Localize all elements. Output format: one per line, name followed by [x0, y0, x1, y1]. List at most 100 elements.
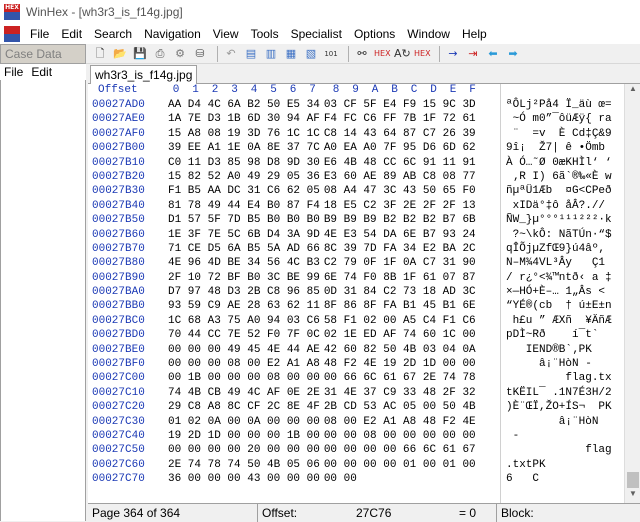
- row-ascii[interactable]: N–M¾4VL³Ây Ç1: [506, 256, 612, 270]
- row-hex-bytes[interactable]: 93 59 C9 AE 28 63 62 11 8F 86 8F FA B1 45…: [168, 299, 476, 313]
- menu-navigation[interactable]: Navigation: [138, 24, 207, 44]
- case-menu-file[interactable]: File: [0, 65, 27, 79]
- row-ascii[interactable]: )È¨ŒÏ,ŽO+ÍS¬ PK: [506, 400, 612, 414]
- row-hex-bytes[interactable]: 2E 74 78 74 50 4B 05 06 00 00 00 00 01 00…: [168, 458, 476, 472]
- hex-row[interactable]: 00027BB0 93 59 C9 AE 28 63 62 11 8F 86 8F …: [88, 299, 640, 313]
- row-hex-bytes[interactable]: F1 B5 AA DC 31 C6 62 05 08 A4 47 3C 43 50…: [168, 184, 476, 198]
- hex-group-2[interactable]: 02 1E ED AF 74 60 1C 00: [324, 329, 476, 341]
- paste-icon[interactable]: ▦: [283, 46, 299, 62]
- hex-group-1[interactable]: 00 00 00 00 20 00 00 00: [168, 444, 320, 456]
- row-ascii[interactable]: ×—HÓ+È–… 1„Âs ­<: [506, 285, 605, 299]
- hex-editor[interactable]: Offset 0 1 2 3 4 5 6 7 8 9 A B C D E F 0…: [88, 84, 640, 503]
- hex-group-2[interactable]: 48 F2 4E 19 2D 1D 00 00: [324, 358, 476, 370]
- hex-group-1[interactable]: D7 97 48 D3 2B C8 96 85: [168, 286, 320, 298]
- row-hex-bytes[interactable]: 29 C8 A8 8C CF 2C 8E 4F 2B CD 53 AC 05 00…: [168, 400, 476, 414]
- row-ascii[interactable]: flag: [506, 443, 611, 457]
- row-hex-bytes[interactable]: 00 00 00 08 00 E2 A1 A8 48 F2 4E 19 2D 1D…: [168, 357, 476, 371]
- hex-row[interactable]: 00027B10 C0 11 D3 85 98 D8 9D 30 E6 4B 48 …: [88, 156, 640, 170]
- hex-row[interactable]: 00027BA0 D7 97 48 D3 2B C8 96 85 0D 31 84 …: [88, 285, 640, 299]
- cut-icon[interactable]: ▤: [243, 46, 259, 62]
- hex-group-1[interactable]: 29 C8 A8 8C CF 2C 8E 4F: [168, 401, 320, 413]
- hex-group-2[interactable]: C2 79 0F 1F 0A C7 31 90: [324, 257, 476, 269]
- new-file-icon[interactable]: 🗋: [92, 46, 108, 62]
- hex-group-1[interactable]: 70 44 CC 7E 52 F0 7F 0C: [168, 329, 320, 341]
- hex-group-2[interactable]: 8C 39 7D FA 34 E2 BA 2C: [324, 243, 476, 255]
- scroll-up-arrow-icon[interactable]: ▲: [625, 84, 640, 98]
- hex-group-2[interactable]: 08 A4 47 3C 43 50 65 F0: [324, 185, 476, 197]
- row-hex-bytes[interactable]: 39 EE A1 1E 0A 8E 37 7C A0 EA A0 7F 95 D6…: [168, 141, 476, 155]
- row-ascii[interactable]: 6 C: [506, 472, 572, 486]
- row-hex-bytes[interactable]: 2F 10 72 BF B0 3C BE 99 6E 74 F0 8B 1F 61…: [168, 271, 476, 285]
- row-ascii[interactable]: IEND®B`‚PK: [506, 343, 612, 357]
- row-ascii[interactable]: ñµªÜ1Æb ¤G<CPeð: [506, 184, 612, 198]
- hex-group-1[interactable]: C0 11 D3 85 98 D8 9D 30: [168, 157, 320, 169]
- hex-group-2[interactable]: 42 60 82 50 4B 03 04 0A: [324, 344, 476, 356]
- hex-row[interactable]: 00027B30 F1 B5 AA DC 31 C6 62 05 08 A4 47 …: [88, 184, 640, 198]
- replace-hex-icon[interactable]: HEX: [414, 46, 431, 62]
- back-icon[interactable]: ⬅: [485, 46, 501, 62]
- vertical-scrollbar[interactable]: ▲ ▼: [624, 84, 640, 503]
- hex-group-2[interactable]: 6E 74 F0 8B 1F 61 07 87: [324, 272, 476, 284]
- hex-row[interactable]: 00027B20 15 82 52 A0 49 29 05 36 E3 60 AE …: [88, 170, 640, 184]
- row-hex-bytes[interactable]: 00 00 00 49 45 4E 44 AE 42 60 82 50 4B 03…: [168, 343, 476, 357]
- hex-row[interactable]: 00027AD0 AA D4 4C 6A B2 50 E5 34 03 CF 5F …: [88, 98, 640, 112]
- hex-group-2[interactable]: 00 66 6C 61 67 2E 74 78: [324, 372, 476, 384]
- row-hex-bytes[interactable]: 00 1B 00 00 00 08 00 00 00 66 6C 61 67 2E…: [168, 371, 476, 385]
- hex-group-1[interactable]: 15 82 52 A0 49 29 05 36: [168, 171, 320, 183]
- hex-group-1[interactable]: AA D4 4C 6A B2 50 E5 34: [168, 99, 320, 111]
- hex-group-1[interactable]: 15 A8 08 19 3D 76 1C 1C: [168, 128, 320, 140]
- hex-row[interactable]: 00027C20 29 C8 A8 8C CF 2C 8E 4F 2B CD 53 …: [88, 400, 640, 414]
- hex-group-2[interactable]: 03 CF 5F E4 F9 15 9C 3D: [324, 99, 476, 111]
- hex-group-1[interactable]: 93 59 C9 AE 28 63 62 11: [168, 300, 320, 312]
- find-text-icon[interactable]: ⚯: [354, 46, 370, 62]
- row-ascii[interactable]: ~Ó m0”¯ôüÆÿ{ ra: [506, 112, 612, 126]
- hex-group-1[interactable]: 1A 7E D3 1B 6D 30 94 AF: [168, 113, 320, 125]
- hex-group-2[interactable]: 08 00 E2 A1 A8 48 F2 4E: [324, 416, 476, 428]
- row-hex-bytes[interactable]: D7 97 48 D3 2B C8 96 85 0D 31 84 C2 73 18…: [168, 285, 476, 299]
- menu-specialist[interactable]: Specialist: [285, 24, 348, 44]
- menu-options[interactable]: Options: [348, 24, 401, 44]
- hex-group-2[interactable]: 0D 31 84 C2 73 18 AD 3C: [324, 286, 476, 298]
- hex-group-2[interactable]: 2B CD 53 AC 05 00 50 4B: [324, 401, 476, 413]
- hex-group-1[interactable]: 2F 10 72 BF B0 3C BE 99: [168, 272, 320, 284]
- row-ascii[interactable]: ÑW_}µ°°°¹¹¹²²²·k: [506, 213, 612, 227]
- row-ascii[interactable]: xIDä°‡ô åÂ?.//: [506, 199, 612, 213]
- row-hex-bytes[interactable]: 01 02 0A 00 0A 00 00 00 08 00 E2 A1 A8 48…: [168, 415, 476, 429]
- hex-row[interactable]: 00027C30 01 02 0A 00 0A 00 00 00 08 00 E2 …: [88, 415, 640, 429]
- hex-row[interactable]: 00027C00 00 1B 00 00 00 08 00 00 00 66 6C …: [88, 371, 640, 385]
- disk-icon[interactable]: ⛁: [192, 46, 208, 62]
- document-icon[interactable]: [4, 26, 20, 42]
- hex-row[interactable]: 00027BD0 70 44 CC 7E 52 F0 7F 0C 02 1E ED …: [88, 328, 640, 342]
- row-ascii[interactable]: .txtPK: [506, 458, 612, 472]
- hex-row[interactable]: 00027C70 36 00 00 00 43 00 00 00 00 00 6 C: [88, 472, 640, 486]
- row-hex-bytes[interactable]: D1 57 5F 7D B5 B0 B0 B0 B9 B9 B9 B2 B2 B2…: [168, 213, 476, 227]
- row-hex-bytes[interactable]: 15 A8 08 19 3D 76 1C 1C C8 14 43 64 87 C7…: [168, 127, 476, 141]
- hex-group-1[interactable]: 1E 3F 7E 5C 6B D4 3A 9D: [168, 229, 320, 241]
- row-hex-bytes[interactable]: 71 CE D5 6A B5 5A AD 66 8C 39 7D FA 34 E2…: [168, 242, 476, 256]
- hex-group-2[interactable]: 18 E5 C2 3F 2E 2F 2F 13: [324, 200, 476, 212]
- row-hex-bytes[interactable]: 4E 96 4D BE 34 56 4C B3 C2 79 0F 1F 0A C7…: [168, 256, 476, 270]
- row-hex-bytes[interactable]: 1A 7E D3 1B 6D 30 94 AF F4 FC C6 FF 7B 1F…: [168, 112, 476, 126]
- hex-group-1[interactable]: 74 4B CB 49 4C AF 0E 2E: [168, 387, 320, 399]
- hex-group-1[interactable]: 01 02 0A 00 0A 00 00 00: [168, 416, 320, 428]
- hex-row[interactable]: 00027B90 2F 10 72 BF B0 3C BE 99 6E 74 F0 …: [88, 271, 640, 285]
- hex-group-2[interactable]: A0 EA A0 7F 95 D6 6D 62: [324, 142, 476, 154]
- undo-icon[interactable]: ↶: [223, 46, 239, 62]
- row-ascii[interactable]: qÎÕjµZ­fŒ9}ú4âº,: [506, 242, 605, 256]
- hex-group-1[interactable]: 36 00 00 00 43 00 00 00: [168, 473, 320, 485]
- row-ascii[interactable]: -: [506, 429, 612, 443]
- row-ascii[interactable]: pDÌ~Rð í¯t`: [506, 328, 612, 342]
- go-to-page-icon[interactable]: ⇥: [465, 46, 481, 62]
- row-hex-bytes[interactable]: 1E 3F 7E 5C 6B D4 3A 9D 4E E3 54 DA 6E B7…: [168, 228, 476, 242]
- hex-group-2[interactable]: 00 00 00 00 66 6C 61 67: [324, 444, 476, 456]
- menu-edit[interactable]: Edit: [55, 24, 88, 44]
- hex-group-2[interactable]: 00 00: [324, 473, 357, 485]
- hex-row[interactable]: 00027C40 19 2D 1D 00 00 00 1B 00 00 00 08 …: [88, 429, 640, 443]
- row-hex-bytes[interactable]: AA D4 4C 6A B2 50 E5 34 03 CF 5F E4 F9 15…: [168, 98, 476, 112]
- row-ascii[interactable]: / r¿°<¾™ntð‹ a ‡: [506, 271, 612, 285]
- row-ascii[interactable]: â¡¨HòN -: [506, 357, 612, 371]
- hex-group-1[interactable]: 81 78 49 44 E4 B0 87 F4: [168, 200, 320, 212]
- hex-row[interactable]: 00027B70 71 CE D5 6A B5 5A AD 66 8C 39 7D …: [88, 242, 640, 256]
- row-ascii[interactable]: ‚R I) 6ã`®‰«È w: [506, 170, 612, 184]
- hex-row[interactable]: 00027BC0 1C 68 A3 75 A0 94 03 C6 58 F1 02 …: [88, 314, 640, 328]
